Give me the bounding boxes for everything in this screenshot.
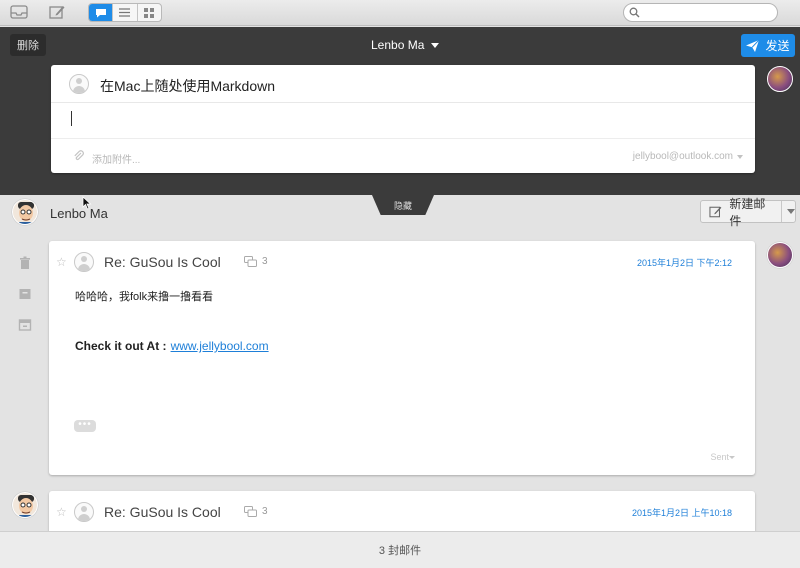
move-folder-icon[interactable] <box>18 318 32 332</box>
contact-icon[interactable] <box>74 252 94 272</box>
compose-icon <box>709 206 722 217</box>
archive-icon[interactable] <box>18 287 32 301</box>
grid-icon <box>144 7 155 18</box>
account-name: Lenbo Ma <box>371 38 425 52</box>
mouse-cursor-icon <box>82 196 92 210</box>
attachment-row: 添加附件... jellybool@outlook.com <box>51 138 755 173</box>
thread-count-value: 3 <box>262 506 268 517</box>
user-avatar <box>12 199 38 225</box>
star-icon[interactable]: ☆ <box>56 255 67 269</box>
chevron-down-icon[interactable] <box>787 209 795 214</box>
sender-avatar <box>767 66 793 92</box>
contact-icon[interactable] <box>74 502 94 522</box>
cartoon-face-icon <box>18 495 34 517</box>
compose-card: 在Mac上随处使用Markdown 添加附件... jellybool@outl… <box>51 65 755 173</box>
chevron-down-icon <box>431 42 440 48</box>
list-view-button[interactable] <box>113 4 138 21</box>
contact-icon[interactable] <box>69 74 89 94</box>
hide-compose-button[interactable]: 隐藏 <box>372 195 434 215</box>
view-mode-switch <box>88 3 162 22</box>
message-body-bold: Check it out At : <box>75 339 167 353</box>
cartoon-face-icon <box>18 202 34 224</box>
inbox-icon[interactable] <box>10 4 28 20</box>
from-address-selector[interactable]: jellybool@outlook.com <box>633 151 733 162</box>
conversation-icon <box>244 506 257 517</box>
message-body-link-line: Check it out At : www.jellybool.com <box>75 339 269 353</box>
thread-contact-name: Lenbo Ma <box>50 206 108 221</box>
search-icon <box>629 7 640 18</box>
compose-icon[interactable] <box>48 4 66 20</box>
paperclip-icon[interactable] <box>73 150 85 162</box>
message-subject: Re: GuSou Is Cool <box>104 504 221 520</box>
message-card[interactable]: ☆ Re: GuSou Is Cool 3 2015年1月2日 下午2:12 哈… <box>49 241 755 475</box>
sender-avatar <box>767 242 793 268</box>
add-attachment-link[interactable]: 添加附件... <box>92 151 140 166</box>
thread-count-value: 3 <box>262 256 268 267</box>
send-label: 发送 <box>765 39 790 53</box>
star-icon[interactable]: ☆ <box>56 505 67 519</box>
message-count-footer: 3 封邮件 <box>0 531 800 568</box>
message-subject: Re: GuSou Is Cool <box>104 254 221 270</box>
trash-icon[interactable] <box>18 256 32 270</box>
thread-count: 3 <box>244 256 268 267</box>
conversation-icon <box>95 8 106 17</box>
website-link[interactable]: www.jellybool.com <box>171 339 269 353</box>
message-date: 2015年1月2日 上午10:18 <box>631 508 732 518</box>
conversation-icon <box>244 256 257 267</box>
message-count-label: 3 封邮件 <box>378 545 422 557</box>
subject-field[interactable]: 在Mac上随处使用Markdown <box>100 76 275 96</box>
message-date: 2015年1月2日 下午2:12 <box>636 258 732 268</box>
user-avatar <box>12 492 38 518</box>
account-selector[interactable]: Lenbo Ma <box>371 38 440 52</box>
subject-row: 在Mac上随处使用Markdown <box>51 65 755 103</box>
chevron-down-icon <box>729 456 735 459</box>
message-body-text: 哈哈哈，我folk来撸一撸看看 <box>75 291 214 303</box>
toolbar <box>0 0 800 26</box>
new-mail-button[interactable]: 新建邮件 <box>700 197 796 228</box>
thread-count: 3 <box>244 506 268 517</box>
paper-plane-icon <box>746 39 760 52</box>
sent-status[interactable]: Sent <box>710 452 729 462</box>
divider <box>781 201 782 222</box>
body-editor[interactable] <box>51 103 755 138</box>
delete-button[interactable]: 删除 <box>10 34 46 56</box>
send-button[interactable]: 发送 <box>741 34 795 57</box>
chevron-down-icon <box>737 155 743 159</box>
conversation-view-button[interactable] <box>89 4 114 21</box>
search-input[interactable] <box>623 3 778 22</box>
list-icon <box>119 8 131 17</box>
grid-view-button[interactable] <box>138 4 161 21</box>
show-quoted-button[interactable]: ••• <box>74 420 96 432</box>
new-mail-label: 新建邮件 <box>729 196 766 228</box>
